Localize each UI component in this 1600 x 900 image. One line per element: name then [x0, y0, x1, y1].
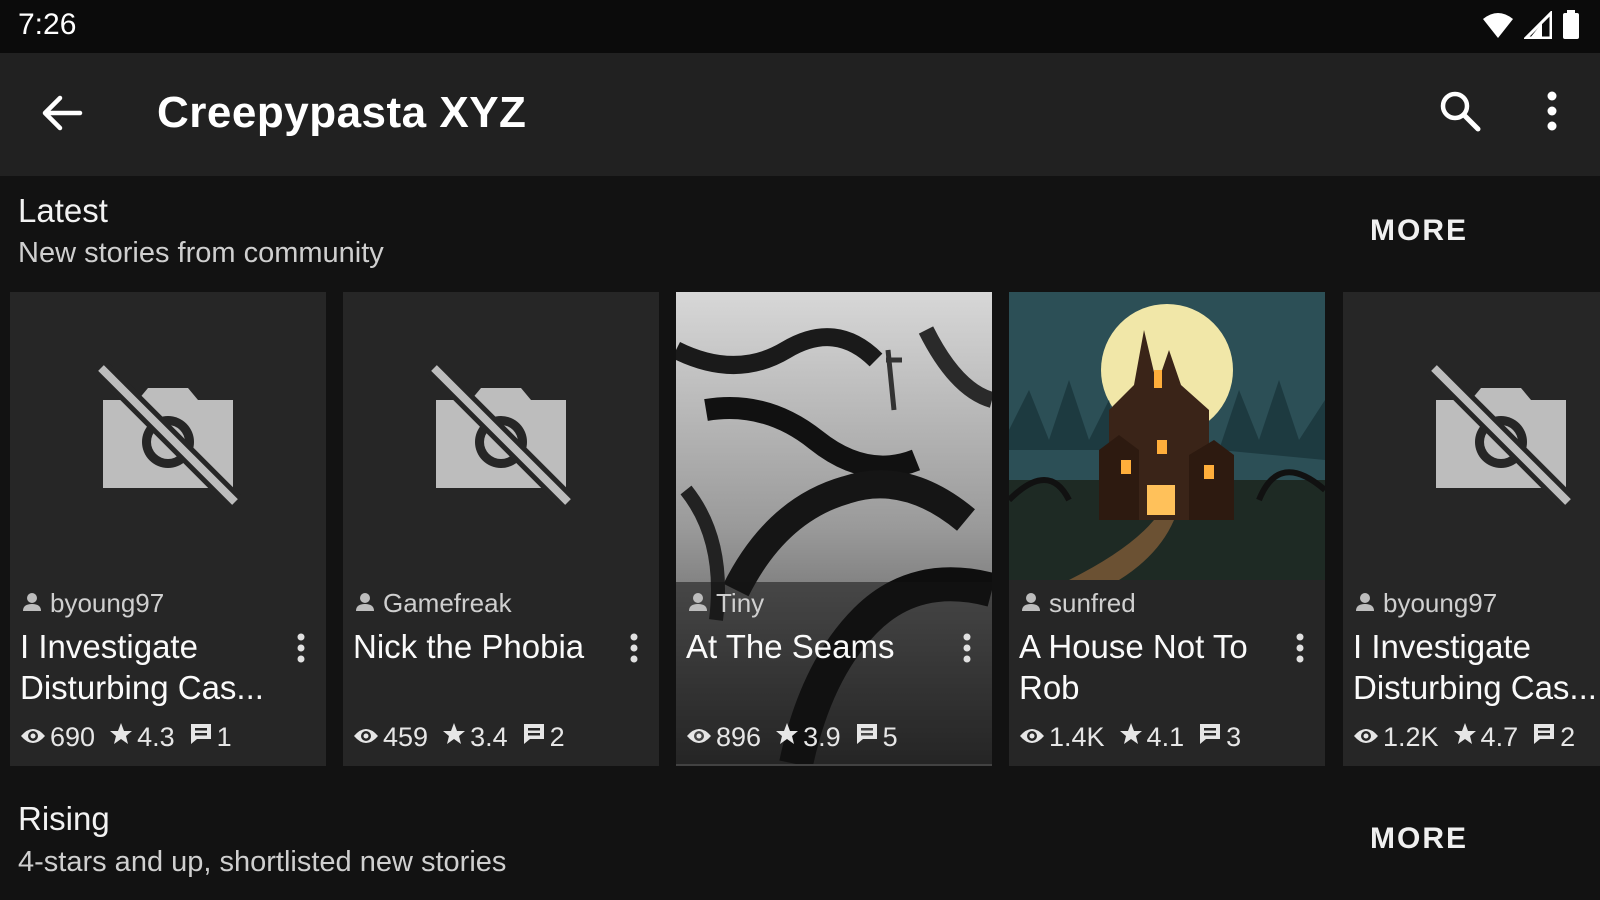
- no-image-icon: [93, 360, 243, 515]
- view-count: 1.2K: [1383, 721, 1439, 752]
- story-stats: 1.4K 4.1 3: [1019, 720, 1255, 754]
- wifi-icon: [1482, 11, 1514, 44]
- star-icon: [442, 722, 466, 753]
- status-icons: [1482, 9, 1580, 45]
- app-bar: Creepypasta XYZ: [0, 53, 1600, 176]
- more-vert-icon: [1296, 633, 1304, 668]
- section-title-latest: Latest: [18, 192, 108, 229]
- story-stats: 690 4.3 1: [20, 720, 246, 754]
- overflow-menu-button[interactable]: [1530, 85, 1574, 141]
- star-icon: [1119, 722, 1143, 753]
- story-title: I Investigate Disturbing Cas...: [1353, 628, 1597, 706]
- story-card[interactable]: Tiny At The Seams 896 3.9 5: [676, 292, 992, 766]
- comment-icon: [189, 722, 213, 753]
- card-menu-button[interactable]: [619, 632, 649, 668]
- comment-icon: [522, 722, 546, 753]
- rising-more-button[interactable]: MORE: [1370, 814, 1500, 864]
- story-stats: 459 3.4 2: [353, 720, 579, 754]
- no-image-icon: [1426, 360, 1576, 515]
- section-title-rising: Rising: [18, 800, 110, 837]
- haunted-house-artwork: [1009, 292, 1325, 585]
- person-icon: [688, 588, 708, 619]
- section-subtitle-rising: 4-stars and up, shortlisted new stories: [18, 846, 507, 878]
- view-count: 1.4K: [1049, 721, 1105, 752]
- star-icon: [1453, 722, 1477, 753]
- person-icon: [1021, 588, 1041, 619]
- person-icon: [1355, 588, 1375, 619]
- no-image-icon: [426, 360, 576, 515]
- comment-count: 3: [1226, 721, 1242, 752]
- status-bar: 7:26: [0, 0, 1600, 53]
- eye-icon: [353, 722, 379, 753]
- view-count: 690: [50, 721, 96, 752]
- story-thumbnail: [1343, 292, 1600, 582]
- story-thumbnail: [10, 292, 326, 582]
- author-name: byoung97: [1383, 587, 1498, 618]
- story-author: byoung97: [22, 588, 164, 618]
- section-subtitle-latest: New stories from community: [18, 237, 384, 269]
- comment-count: 2: [1560, 721, 1576, 752]
- story-card[interactable]: sunfred A House Not To Rob 1.4K 4.1 3: [1009, 292, 1325, 766]
- story-title: At The Seams: [686, 628, 895, 665]
- rating: 3.4: [470, 721, 508, 752]
- rating: 4.1: [1146, 721, 1185, 752]
- story-thumbnail: [343, 292, 659, 582]
- eye-icon: [20, 722, 46, 753]
- comment-icon: [1532, 722, 1556, 753]
- story-title: I Investigate Disturbing Cas...: [20, 628, 264, 706]
- rating: 4.3: [137, 721, 175, 752]
- author-name: sunfred: [1049, 587, 1136, 618]
- cellular-signal-icon: [1522, 9, 1553, 44]
- status-time: 7:26: [18, 8, 77, 41]
- card-menu-button[interactable]: [952, 632, 982, 668]
- arrow-back-icon: [40, 93, 84, 138]
- comment-icon: [1198, 722, 1222, 753]
- back-button[interactable]: [36, 89, 88, 141]
- story-stats: 1.2K 4.7 2: [1353, 720, 1589, 754]
- app-title: Creepypasta XYZ: [157, 88, 527, 137]
- latest-more-button[interactable]: MORE: [1370, 206, 1500, 256]
- view-count: 459: [383, 721, 429, 752]
- comment-count: 5: [882, 721, 898, 752]
- story-card[interactable]: Gamefreak Nick the Phobia 459 3.4 2: [343, 292, 659, 766]
- card-menu-button[interactable]: [1285, 632, 1315, 668]
- story-author: Gamefreak: [355, 588, 512, 618]
- card-menu-button[interactable]: [286, 632, 316, 668]
- story-author: Tiny: [688, 588, 764, 618]
- more-vert-icon: [297, 633, 305, 668]
- story-title: Nick the Phobia: [353, 628, 585, 665]
- more-vert-icon: [963, 633, 971, 668]
- person-icon: [355, 588, 375, 619]
- rating: 4.7: [1480, 721, 1519, 752]
- star-icon: [109, 722, 133, 753]
- star-icon: [775, 722, 799, 753]
- story-title: A House Not To Rob: [1019, 628, 1248, 706]
- story-author: sunfred: [1021, 588, 1136, 618]
- story-card[interactable]: byoung97 I Investigate Disturbing Cas...…: [10, 292, 326, 766]
- story-author: byoung97: [1355, 588, 1497, 618]
- more-vert-icon: [1547, 91, 1557, 136]
- author-name: Tiny: [716, 587, 765, 618]
- more-vert-icon: [630, 633, 638, 668]
- view-count: 896: [716, 721, 762, 752]
- search-icon: [1438, 89, 1482, 138]
- story-card[interactable]: byoung97 I Investigate Disturbing Cas...…: [1343, 292, 1600, 766]
- story-stats: 896 3.9 5: [686, 720, 912, 754]
- person-icon: [22, 588, 42, 619]
- eye-icon: [1019, 722, 1045, 753]
- comment-icon: [855, 722, 879, 753]
- author-name: byoung97: [50, 587, 165, 618]
- battery-icon: [1562, 10, 1580, 45]
- rating: 3.9: [803, 721, 841, 752]
- comment-count: 2: [549, 721, 565, 752]
- story-thumbnail: [1009, 292, 1325, 582]
- eye-icon: [686, 722, 712, 753]
- author-name: Gamefreak: [383, 587, 512, 618]
- search-button[interactable]: [1432, 85, 1488, 141]
- eye-icon: [1353, 722, 1379, 753]
- comment-count: 1: [216, 721, 232, 752]
